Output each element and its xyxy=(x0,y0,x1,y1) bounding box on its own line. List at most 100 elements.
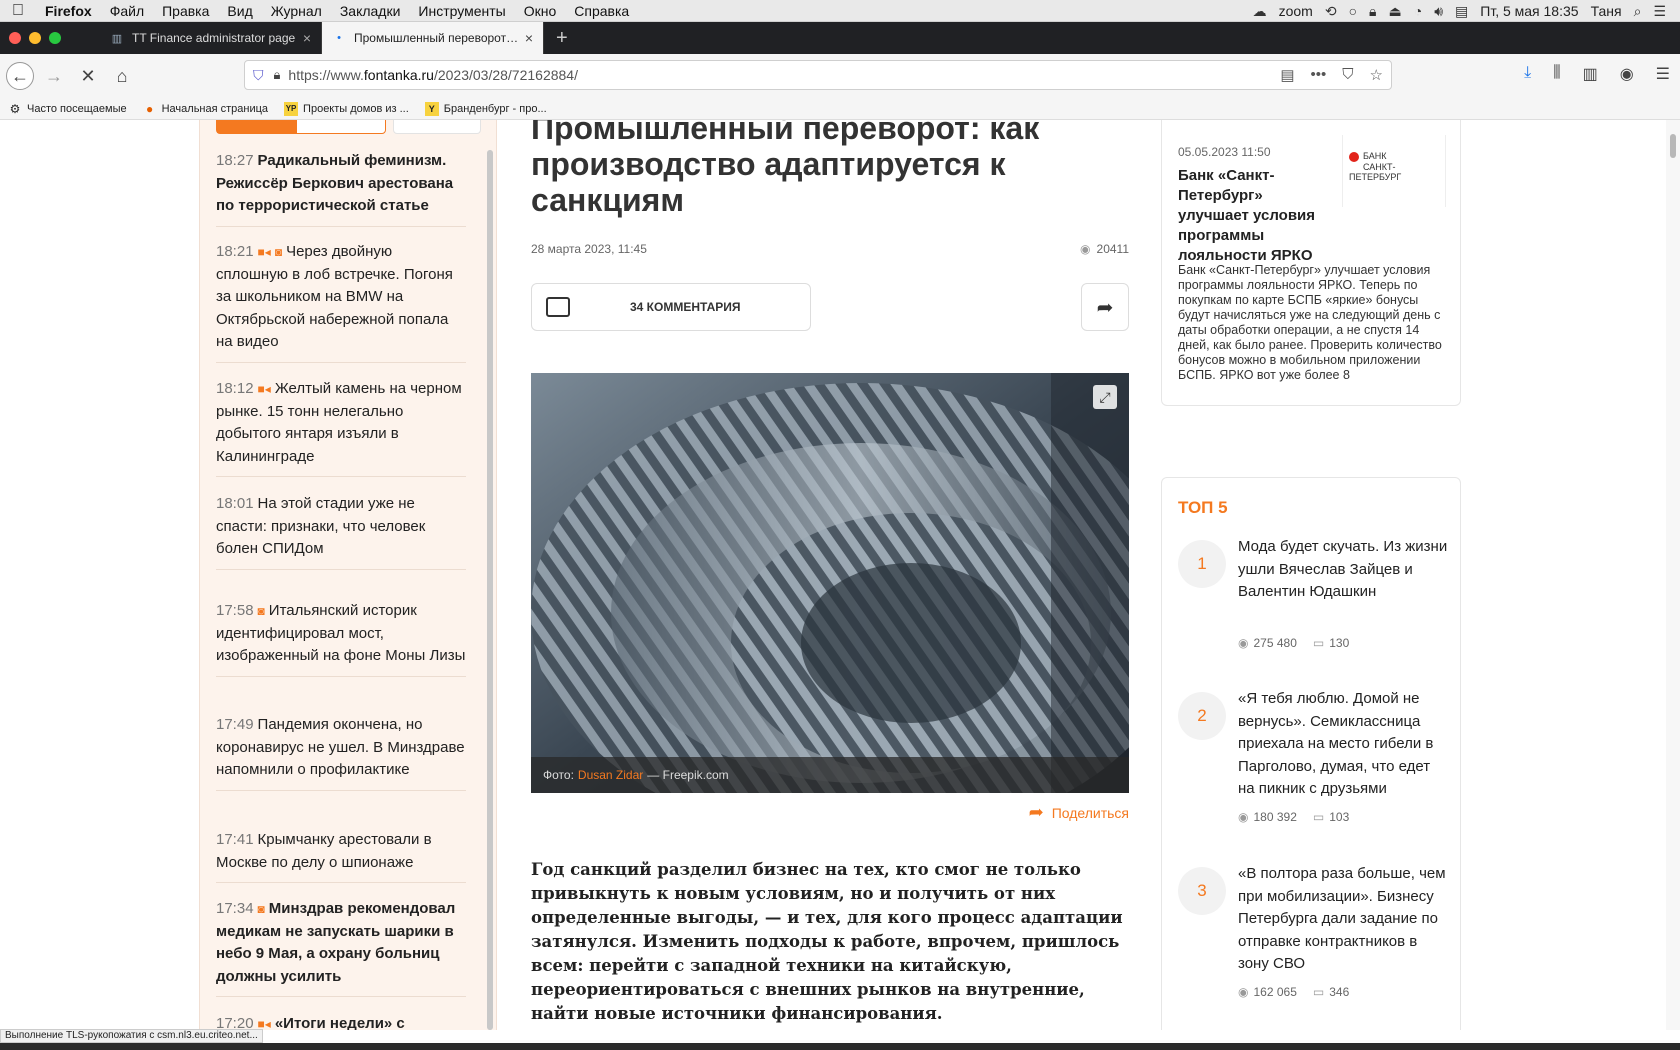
window-controls xyxy=(0,32,100,44)
feed-filter[interactable] xyxy=(393,120,481,134)
bookmark-most-visited[interactable]: ⚙ Часто посещаемые xyxy=(8,102,127,116)
feed-time: 17:49 xyxy=(216,716,254,733)
close-window-button[interactable] xyxy=(9,32,21,44)
menu-tools[interactable]: Инструменты xyxy=(409,3,514,19)
menu-history[interactable]: Журнал xyxy=(262,3,331,19)
menu-view[interactable]: Вид xyxy=(218,3,261,19)
menu-file[interactable]: Файл xyxy=(101,3,153,19)
comments-button[interactable]: 34 КОММЕНТАРИЯ xyxy=(531,283,811,331)
tab-close-icon[interactable]: × xyxy=(303,30,311,46)
sidebar-icon[interactable]: ▥ xyxy=(1583,64,1598,84)
feed-item[interactable]: 17:49 Пандемия окончена, но коронавирус н… xyxy=(216,714,466,791)
menubar-user[interactable]: Таня xyxy=(1591,3,1622,19)
photo-author-link[interactable]: Dusan Zidar xyxy=(578,768,643,782)
forward-button[interactable]: → xyxy=(40,62,68,90)
article-photo[interactable]: ⤢ Фото: Dusan Zidar — Freepik.com xyxy=(531,373,1129,793)
feed-time: 18:21 xyxy=(216,243,254,260)
zoom-window-button[interactable] xyxy=(49,32,61,44)
bank-logo-line2: САНКТ-ПЕТЕРБУРГ xyxy=(1349,161,1402,182)
photo-camera-icon: ◙ xyxy=(257,902,265,916)
share-button[interactable]: ➦ xyxy=(1081,283,1129,331)
minimize-window-button[interactable] xyxy=(29,32,41,44)
feed-tab-active[interactable] xyxy=(217,120,297,133)
url-bar[interactable]: ⛉ 🔒︎ https://www.fontanka.ru/2023/03/28/… xyxy=(244,60,1392,90)
spotlight-search-icon[interactable]: ⌕ xyxy=(1634,3,1642,20)
new-tab-button[interactable]: + xyxy=(544,27,580,50)
pocket-icon[interactable]: ⛉ xyxy=(1342,66,1353,84)
lock-icon[interactable]: 🔒︎ xyxy=(1369,3,1376,20)
promo-title[interactable]: Банк «Санкт-Петербург» улучшает условия … xyxy=(1178,166,1318,266)
views-stat: ◉ 275 480 xyxy=(1238,636,1297,650)
article-lead: Год санкций разделил бизнес на тех, кто … xyxy=(531,860,1123,1023)
top5-headline[interactable]: «Я тебя люблю. Домой не вернусь». Семикл… xyxy=(1238,688,1448,801)
tab-tt-finance[interactable]: ▥ TT Finance administrator page × xyxy=(100,22,322,54)
feed-item[interactable]: 17:41 Крымчанку арестовали в Москве по де… xyxy=(216,829,466,883)
messages-icon[interactable]: ○ xyxy=(1349,3,1357,19)
feed-item[interactable]: 18:21 ■◂ ◙ Через двойную сплошную в лоб вст… xyxy=(216,241,466,363)
us-flag-icon[interactable]: ▤ xyxy=(1455,3,1468,20)
feed-item[interactable]: 17:58 ◙ Итальянский историк идентифицирова… xyxy=(216,600,466,677)
comments-stat: ▭ 103 xyxy=(1313,810,1349,824)
creative-cloud-icon[interactable]: ☁ xyxy=(1253,3,1267,20)
lock-icon[interactable]: 🔒︎ xyxy=(274,67,281,83)
views-count: 180 392 xyxy=(1253,810,1297,824)
top5-headline[interactable]: «В полтора раза больше, чем при мобилиза… xyxy=(1238,863,1448,976)
menu-bookmarks[interactable]: Закладки xyxy=(331,3,410,19)
url-text[interactable]: https://www.fontanka.ru/2023/03/28/72162… xyxy=(288,67,578,83)
bookmark-house-projects[interactable]: YP Проекты домов из ... xyxy=(284,101,409,116)
expand-photo-icon[interactable]: ⤢ xyxy=(1093,385,1117,409)
page-scrollbar[interactable] xyxy=(1666,120,1680,1030)
feed-item[interactable]: 18:12 ■◂ Желтый камень на черном рынке. 15… xyxy=(216,378,466,477)
account-icon[interactable]: ◉ xyxy=(1620,64,1634,84)
news-feed: 18:27 Радикальный феминизм. Режиссёр Берк… xyxy=(199,120,497,1030)
tracking-protection-shield-icon[interactable]: ⛉ xyxy=(253,67,264,84)
library-icon[interactable]: ⫼ xyxy=(1553,64,1560,84)
zoom-status[interactable]: zoom xyxy=(1279,3,1313,19)
share-link[interactable]: ➦ Поделиться xyxy=(1029,802,1129,823)
feed-item[interactable]: 18:01 На этой стадии уже не спасти: призн… xyxy=(216,493,466,570)
y-favicon-icon: Y xyxy=(424,101,439,116)
feed-item[interactable]: 18:27 Радикальный феминизм. Режиссёр Берк… xyxy=(216,150,466,227)
web-page: 18:27 Радикальный феминизм. Режиссёр Берк… xyxy=(0,120,1680,1030)
bookmark-brandenburg[interactable]: Y Бранденбург - про... xyxy=(424,101,547,116)
bookmark-star-icon[interactable]: ☆ xyxy=(1370,66,1383,84)
app-menu-icon[interactable]: ☰ xyxy=(1656,64,1670,84)
article-date: 28 марта 2023, 11:45 xyxy=(531,242,647,256)
feed-item[interactable]: 17:34 ◙ Минздрав рекомендовал медикам не з… xyxy=(216,898,466,997)
wifi-icon[interactable]: ◔ xyxy=(1414,3,1422,19)
stop-loading-button[interactable]: ✕ xyxy=(74,62,102,90)
apple-icon[interactable]:  xyxy=(0,2,36,20)
control-center-icon[interactable]: ☰ xyxy=(1653,3,1666,20)
feed-item[interactable]: 17:20 ■◂ «Итоги недели» с xyxy=(216,1013,466,1030)
feed-scrollbar-thumb[interactable] xyxy=(487,150,493,1030)
promo-card[interactable]: 05.05.2023 11:50 Банк «Санкт-Петербург» … xyxy=(1161,120,1461,406)
back-button[interactable]: ← xyxy=(6,62,34,90)
eject-icon[interactable]: ⏏ xyxy=(1389,3,1402,20)
bookmark-label: Бранденбург - про... xyxy=(443,102,547,115)
menu-edit[interactable]: Правка xyxy=(153,3,218,19)
comment-bubble-icon xyxy=(546,297,570,317)
page-actions-icon[interactable]: ••• xyxy=(1311,66,1327,84)
menu-app-firefox[interactable]: Firefox xyxy=(36,3,101,19)
comments-label: 34 КОММЕНТАРИЯ xyxy=(630,300,741,314)
tab-close-icon[interactable]: × xyxy=(525,30,533,46)
downloads-icon[interactable]: ⤓ xyxy=(1524,64,1531,84)
menubar-datetime[interactable]: Пт, 5 мая 18:35 xyxy=(1480,3,1578,19)
video-camera-icon: ■◂ xyxy=(257,1017,271,1030)
time-machine-icon[interactable]: ⟲ xyxy=(1325,3,1337,20)
page-scrollbar-thumb[interactable] xyxy=(1670,134,1676,158)
feed-time: 18:27 xyxy=(216,152,254,169)
volume-icon[interactable]: 🔊︎ xyxy=(1434,3,1443,20)
bookmark-start-page[interactable]: ● Начальная страница xyxy=(143,102,268,116)
tab-fontanka-article[interactable]: • Промышленный переворот: как × xyxy=(322,22,544,54)
menu-window[interactable]: Окно xyxy=(515,3,566,19)
feed-headline: «Итоги недели» с xyxy=(274,1015,405,1030)
menu-help[interactable]: Справка xyxy=(565,3,638,19)
top5-headline[interactable]: Мода будет скучать. Из жизни ушли Вячесл… xyxy=(1238,536,1448,604)
feed-scrollbar[interactable] xyxy=(487,150,493,1030)
home-button[interactable]: ⌂ xyxy=(108,62,136,90)
comment-icon: ▭ xyxy=(1312,985,1325,999)
macos-menubar:  Firefox Файл Правка Вид Журнал Закладк… xyxy=(0,0,1680,22)
reader-view-icon[interactable]: ▤ xyxy=(1280,66,1294,84)
bank-logo-icon xyxy=(1349,151,1359,162)
